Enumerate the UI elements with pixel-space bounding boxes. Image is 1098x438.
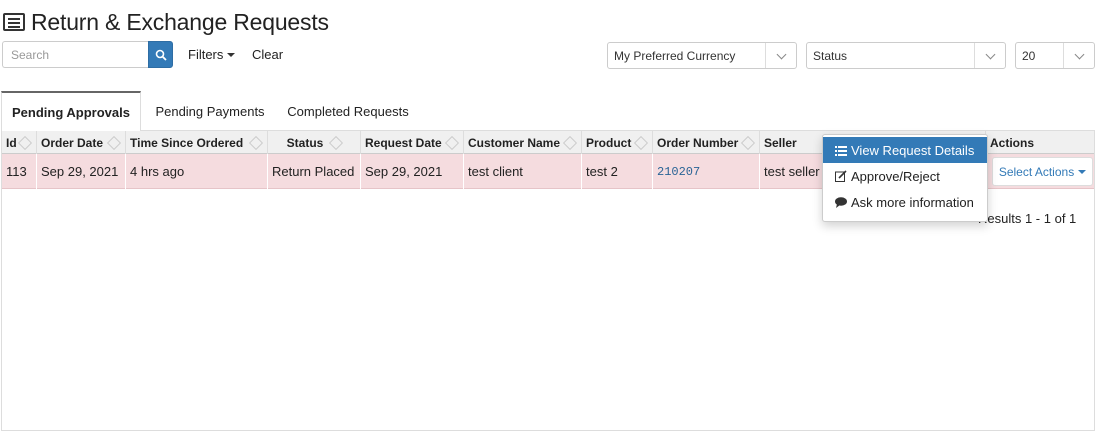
sort-icon xyxy=(562,135,578,150)
sort-icon xyxy=(17,135,33,150)
cell-time-since: 4 hrs ago xyxy=(126,154,268,189)
column-header-order-date[interactable]: Order Date xyxy=(37,131,126,154)
column-header-actions: Actions xyxy=(990,135,1035,150)
select-actions-label: Select Actions xyxy=(998,164,1075,179)
list-icon xyxy=(3,13,25,31)
sort-icon xyxy=(329,135,344,150)
chevron-down-icon xyxy=(765,43,796,68)
clear-button[interactable]: Clear xyxy=(252,47,283,62)
filters-button[interactable]: Filters xyxy=(188,47,236,62)
page-size-value: 20 xyxy=(1022,48,1036,63)
column-header-request-date[interactable]: Request Date xyxy=(361,131,464,154)
status-select-value: Status xyxy=(813,48,848,63)
column-header-time-since[interactable]: Time Since Ordered xyxy=(126,131,268,154)
caret-down-icon xyxy=(1078,169,1087,174)
cell-customer-name: test client xyxy=(464,154,582,189)
edit-icon xyxy=(835,170,847,182)
page-size-select[interactable]: 20 xyxy=(1015,42,1095,69)
chevron-down-icon xyxy=(1063,43,1094,68)
page-title: Return & Exchange Requests xyxy=(31,8,329,35)
chevron-down-icon xyxy=(974,43,1005,68)
search-icon xyxy=(155,49,167,61)
comment-icon xyxy=(835,196,847,208)
menu-item-label: Approve/Reject xyxy=(851,168,940,184)
select-actions-button[interactable]: Select Actions xyxy=(992,157,1093,186)
sort-icon xyxy=(633,135,649,150)
menu-item-label: View Request Details xyxy=(851,142,975,158)
sort-icon xyxy=(740,135,756,150)
search-input[interactable] xyxy=(2,41,148,68)
sort-icon xyxy=(248,135,264,150)
tab-bar: Pending Approvals Pending Payments Compl… xyxy=(1,91,1095,132)
column-header-order-number[interactable]: Order Number xyxy=(653,131,760,154)
search-button[interactable] xyxy=(148,41,173,68)
tab-pending-approvals[interactable]: Pending Approvals xyxy=(1,91,141,132)
tab-pending-payments[interactable]: Pending Payments xyxy=(143,91,277,131)
column-header-status[interactable]: Status xyxy=(268,131,361,154)
cell-request-date: Sep 29, 2021 xyxy=(361,154,464,189)
sort-icon xyxy=(106,135,122,150)
column-header-product[interactable]: Product xyxy=(582,131,653,154)
cell-status: Return Placed xyxy=(268,154,361,189)
cell-id: 113 xyxy=(2,154,37,189)
menu-item-view-request-details[interactable]: View Request Details xyxy=(823,137,987,163)
search-group xyxy=(2,41,173,68)
column-header-customer-name[interactable]: Customer Name xyxy=(464,131,582,154)
results-count: Results 1 - 1 of 1 xyxy=(978,211,1077,226)
column-header-id[interactable]: Id xyxy=(2,131,37,154)
caret-down-icon xyxy=(227,52,236,57)
order-number-link[interactable]: 210207 xyxy=(653,154,760,189)
menu-item-ask-more-information[interactable]: Ask more information xyxy=(823,189,987,215)
cell-order-date: Sep 29, 2021 xyxy=(37,154,126,189)
menu-item-approve-reject[interactable]: Approve/Reject xyxy=(823,163,987,189)
sort-icon xyxy=(444,135,460,150)
menu-item-label: Ask more information xyxy=(851,194,974,210)
currency-select-value: My Preferred Currency xyxy=(614,48,736,63)
page-header: Return & Exchange Requests xyxy=(3,6,329,38)
status-select[interactable]: Status xyxy=(806,42,1006,69)
list-icon xyxy=(835,144,847,156)
currency-select[interactable]: My Preferred Currency xyxy=(607,42,797,69)
filters-label: Filters xyxy=(188,47,224,62)
tab-completed-requests[interactable]: Completed Requests xyxy=(277,91,419,131)
cell-product: test 2 xyxy=(582,154,653,189)
cell-seller: test seller xyxy=(760,154,824,189)
actions-dropdown-menu: View Request Details Approve/Reject Ask … xyxy=(822,134,988,222)
